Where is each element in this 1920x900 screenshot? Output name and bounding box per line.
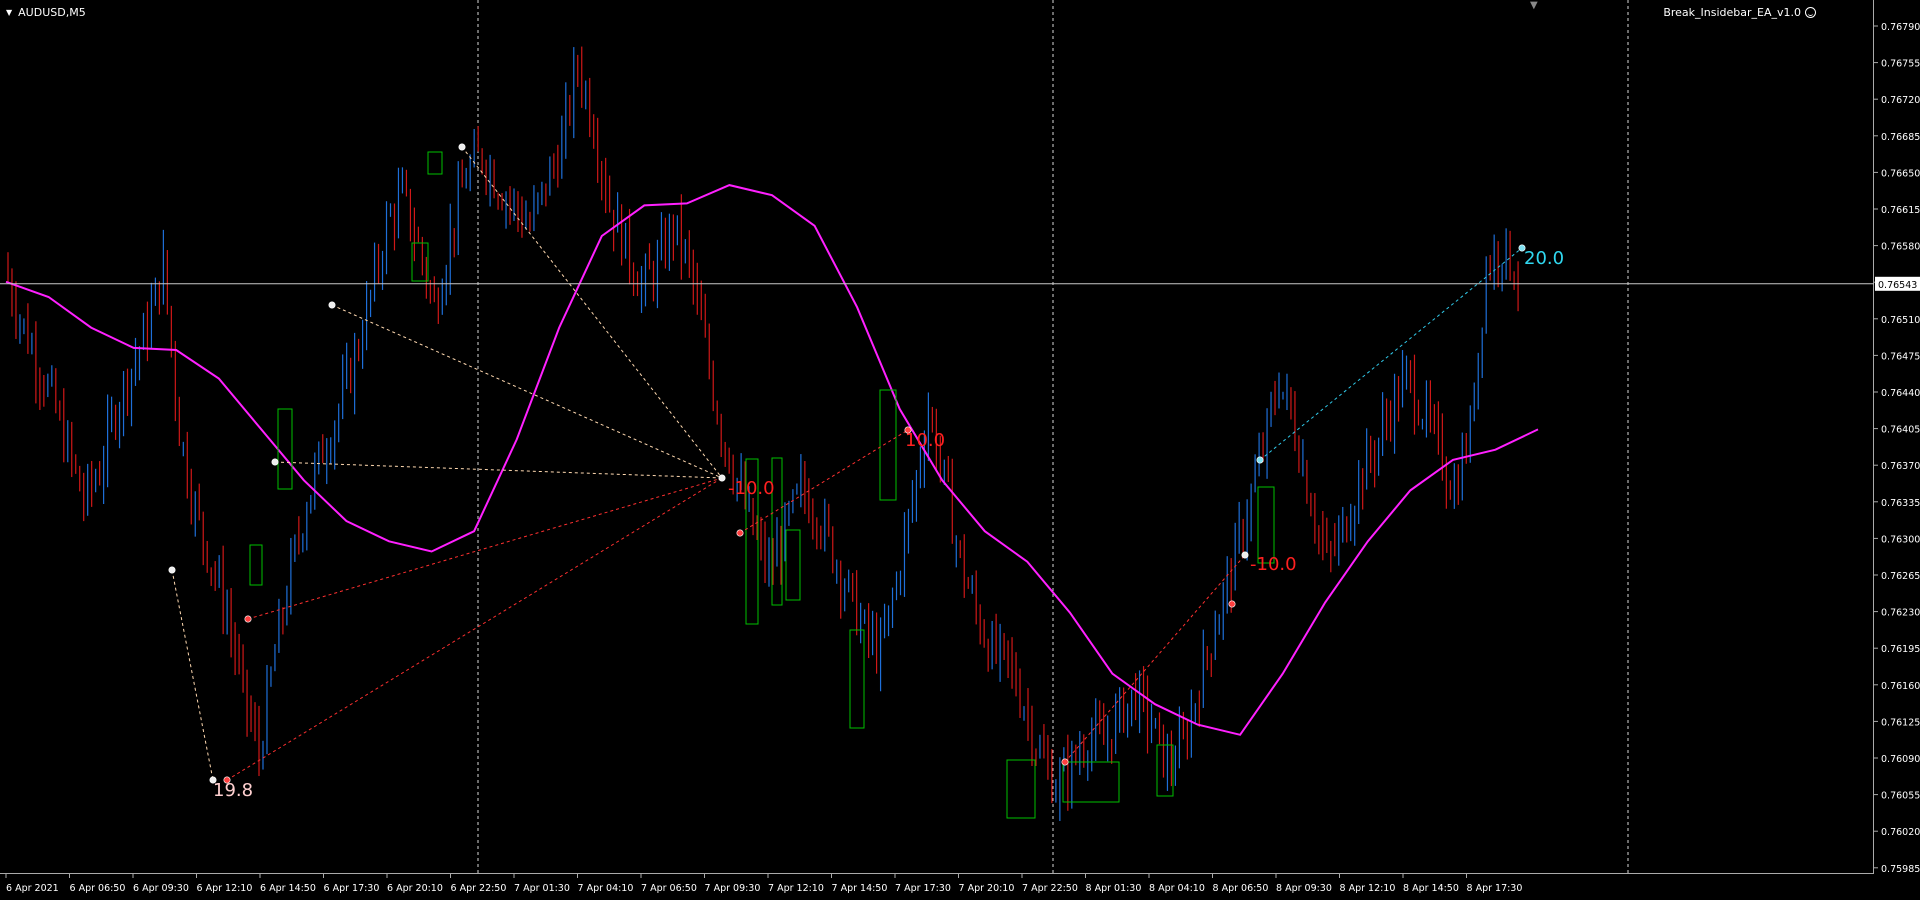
inside-bar-box — [785, 529, 801, 601]
time-tick-label: 8 Apr 06:50 — [1213, 883, 1269, 894]
trade-marker — [736, 529, 744, 537]
current-price-label: 0.76543 — [1878, 280, 1917, 291]
trade-marker — [271, 458, 279, 466]
trade-result-label: -10.0 — [728, 478, 775, 499]
trade-marker — [718, 474, 726, 482]
price-tick-label: 0.76790 — [1881, 22, 1920, 33]
time-tick-label: 8 Apr 12:10 — [1340, 883, 1396, 894]
time-tick-label: 7 Apr 14:50 — [832, 883, 888, 894]
trade-marker — [328, 301, 336, 309]
time-tick-label: 8 Apr 17:30 — [1467, 883, 1523, 894]
trade-connector-line — [247, 477, 723, 620]
inside-bar-box — [249, 544, 263, 586]
inside-bar-box — [1006, 759, 1036, 819]
time-tick-label: 6 Apr 12:10 — [197, 883, 253, 894]
time-tick-label: 6 Apr 06:50 — [70, 883, 126, 894]
trade-result-label: 19.8 — [213, 780, 253, 801]
time-tick-label: 8 Apr 09:30 — [1276, 883, 1332, 894]
trade-marker — [458, 143, 466, 151]
price-tick-label: 0.75985 — [1881, 864, 1920, 875]
time-tick-label: 6 Apr 17:30 — [324, 883, 380, 894]
price-chart[interactable]: 19.8 10.0 20.0 -10.0 -10.0 — [0, 0, 1874, 874]
expert-advisor-label[interactable]: Break_Insidebar_EA_v1.0 — [1663, 6, 1816, 19]
time-tick-label: 7 Apr 22:50 — [1022, 883, 1078, 894]
price-axis[interactable]: 0.76790 0.76755 0.76720 0.76685 0.76650 0.766… — [1874, 0, 1920, 879]
inside-bar-box — [1156, 744, 1174, 797]
time-tick-label: 6 Apr 20:10 — [387, 883, 443, 894]
trade-marker — [1241, 551, 1249, 559]
time-axis[interactable]: 6 Apr 2021 6 Apr 06:50 6 Apr 09:30 6 Apr 12… — [0, 874, 1874, 900]
time-tick-label: 8 Apr 04:10 — [1149, 883, 1205, 894]
price-tick-label: 0.76370 — [1881, 461, 1920, 472]
chart-window[interactable]: 19.8 10.0 20.0 -10.0 -10.0 ▼ AUDUSD,M5 ▼ Bre… — [0, 0, 1920, 900]
price-tick-label: 0.76335 — [1881, 498, 1920, 509]
time-tick-label: 8 Apr 14:50 — [1403, 883, 1459, 894]
time-tick-label: 7 Apr 04:10 — [578, 883, 634, 894]
price-tick-label: 0.76195 — [1881, 644, 1920, 655]
price-tick-label: 0.76720 — [1881, 95, 1920, 106]
trade-result-label: 20.0 — [1524, 248, 1564, 269]
price-tick-label: 0.76125 — [1881, 717, 1920, 728]
time-tick-label: 6 Apr 22:50 — [451, 883, 507, 894]
time-tick-label: 6 Apr 09:30 — [133, 883, 189, 894]
time-tick-label: 7 Apr 09:30 — [705, 883, 761, 894]
trade-marker — [1061, 758, 1069, 766]
triangle-down-icon[interactable]: ▼ — [6, 8, 12, 17]
ea-name: Break_Insidebar_EA_v1.0 — [1663, 6, 1801, 19]
time-tick-label: 7 Apr 20:10 — [959, 883, 1015, 894]
price-tick-label: 0.76475 — [1881, 351, 1920, 362]
trade-connector-line — [226, 477, 723, 781]
trade-marker — [168, 566, 176, 574]
time-tick-label: 7 Apr 12:10 — [768, 883, 824, 894]
time-tick-label: 7 Apr 01:30 — [514, 883, 570, 894]
price-tick-label: 0.76615 — [1881, 205, 1920, 216]
trade-connector-line — [171, 569, 214, 781]
price-tick-label: 0.76090 — [1881, 754, 1920, 765]
trade-connector-line — [461, 146, 723, 479]
price-tick-label: 0.76510 — [1881, 315, 1920, 326]
price-tick-label: 0.76405 — [1881, 425, 1920, 436]
price-tick-label: 0.76055 — [1881, 791, 1920, 802]
symbol-label: AUDUSD,M5 — [18, 6, 86, 19]
chart-title: ▼ AUDUSD,M5 — [6, 6, 86, 19]
inside-bar-box — [277, 408, 293, 490]
inside-bar-box — [879, 389, 897, 501]
inside-bar-box — [849, 629, 865, 729]
scroll-marker-icon[interactable]: ▼ — [1530, 0, 1538, 11]
trade-marker — [244, 615, 252, 623]
time-tick-label: 8 Apr 01:30 — [1086, 883, 1142, 894]
time-tick-label: 7 Apr 06:50 — [641, 883, 697, 894]
inside-bar-box — [1257, 486, 1275, 564]
price-tick-label: 0.76300 — [1881, 534, 1920, 545]
trade-connector-line — [331, 304, 723, 479]
price-tick-label: 0.76685 — [1881, 132, 1920, 143]
time-tick-label: 6 Apr 14:50 — [260, 883, 316, 894]
price-tick-label: 0.76230 — [1881, 608, 1920, 619]
inside-bar-box — [427, 151, 443, 175]
smiley-icon — [1805, 7, 1816, 18]
price-tick-label: 0.76020 — [1881, 827, 1920, 838]
trade-result-label: -10.0 — [1250, 554, 1297, 575]
price-tick-label: 0.76160 — [1881, 681, 1920, 692]
trade-connector-line — [274, 461, 723, 479]
price-tick-label: 0.76580 — [1881, 242, 1920, 253]
time-tick-label: 7 Apr 17:30 — [895, 883, 951, 894]
time-tick-label: 6 Apr 2021 — [6, 883, 59, 894]
trade-marker — [1256, 456, 1264, 464]
trade-result-label: 10.0 — [905, 430, 945, 451]
trade-marker — [1228, 600, 1236, 608]
price-tick-label: 0.76650 — [1881, 168, 1920, 179]
price-tick-label: 0.76265 — [1881, 571, 1920, 582]
price-tick-label: 0.76440 — [1881, 388, 1920, 399]
price-tick-label: 0.76755 — [1881, 59, 1920, 70]
